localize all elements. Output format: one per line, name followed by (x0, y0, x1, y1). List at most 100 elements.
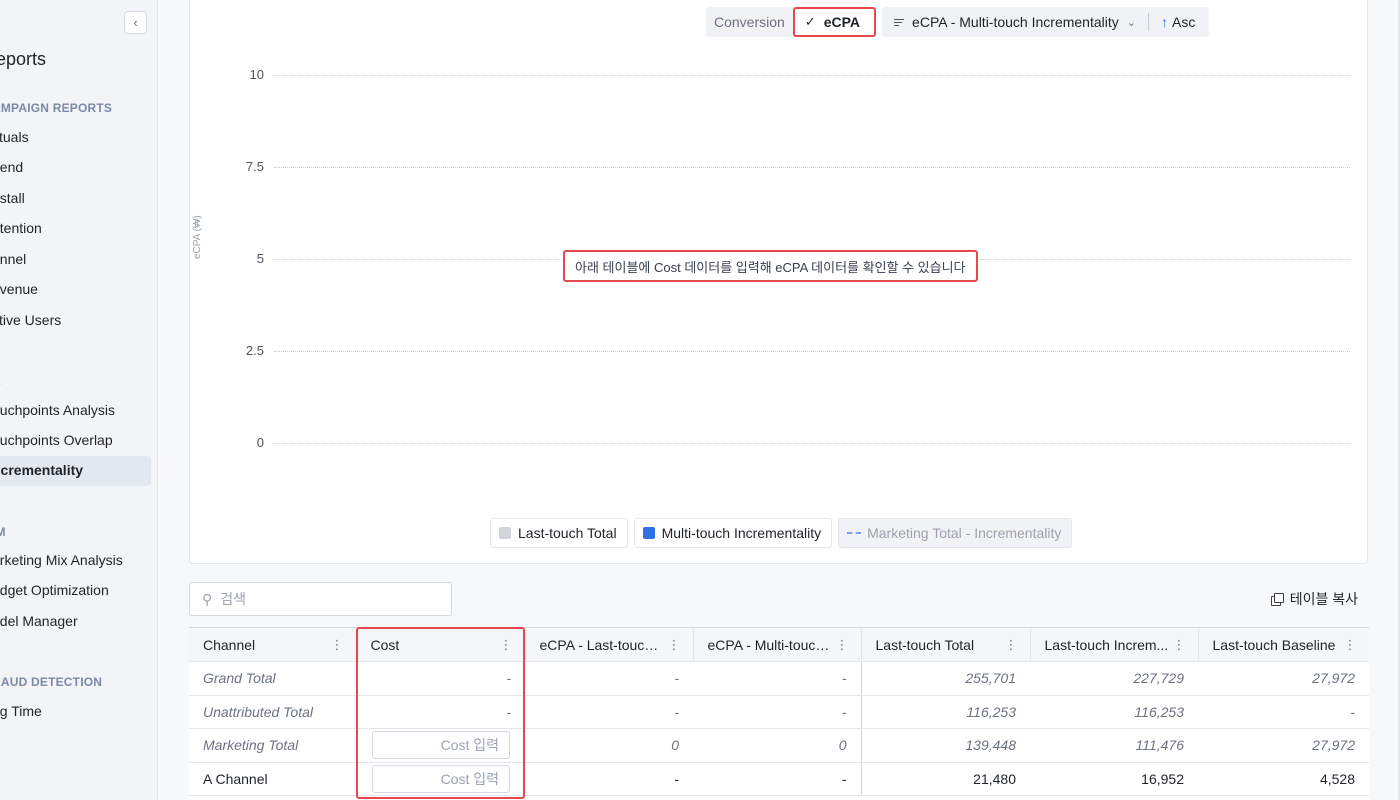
sidebar-item-funnel[interactable]: unnel (0, 251, 26, 267)
column-menu-icon[interactable]: ⋮ (836, 637, 849, 653)
legend-swatch (642, 527, 655, 539)
cell-ecpa-last-touch: - (525, 695, 693, 729)
collapse-sidebar-button[interactable]: ‹ (124, 11, 147, 34)
sidebar-item-touchpoints-overlap[interactable]: ouchpoints Overlap (0, 432, 113, 448)
column-header-last-touch-incrementality[interactable]: Last-touch Increm... ⋮ (1030, 628, 1199, 662)
column-header-last-touch-baseline[interactable]: Last-touch Baseline ⋮ (1198, 628, 1369, 662)
sidebar-item-revenue[interactable]: evenue (0, 281, 38, 297)
cell-ecpa-multi-touch: 0 (693, 728, 861, 763)
sidebar-item-active-users[interactable]: ctive Users (0, 312, 61, 328)
column-menu-icon[interactable]: ⋮ (1173, 637, 1186, 653)
legend-label: Marketing Total - Incrementality (867, 525, 1062, 541)
cell-last-touch-total: 116,253 (860, 695, 1030, 729)
cell-ecpa-last-touch: - (525, 762, 693, 796)
copy-table-button[interactable]: 테이블 복사 (1270, 589, 1358, 609)
cell-ecpa-multi-touch: - (693, 661, 861, 696)
legend-last-touch-total[interactable]: Last-touch Total (490, 518, 628, 548)
cell-last-touch-baseline: 4,528 (1198, 762, 1369, 796)
cell-last-touch-incrementality: 16,952 (1030, 762, 1198, 796)
gridline (274, 75, 1350, 76)
cell-ecpa-last-touch: 0 (525, 728, 693, 763)
cell-channel: Marketing Total (189, 728, 356, 763)
gridline (274, 351, 1350, 352)
legend-dash-swatch (847, 532, 862, 534)
column-menu-icon[interactable]: ⋮ (331, 637, 344, 653)
cell-last-touch-baseline: 27,972 (1198, 728, 1369, 763)
cell-channel: Grand Total (189, 661, 356, 696)
column-header-ecpa-multi-touch[interactable]: eCPA - Multi-touch... ⋮ (693, 628, 862, 662)
cost-input[interactable] (372, 764, 510, 793)
cell-cost (356, 762, 525, 796)
sidebar-item-timing[interactable]: ng Time (0, 703, 42, 719)
sidebar-section-mmm: IM (0, 525, 6, 539)
chart-legend: Last-touch Total Multi-touch Incremental… (490, 518, 1073, 548)
column-header-last-touch-total[interactable]: Last-touch Total ⋮ (860, 628, 1031, 662)
sidebar-item-touchpoints-analysis[interactable]: ouchpoints Analysis (0, 402, 115, 418)
column-label: eCPA - Multi-touch... (707, 637, 834, 654)
sidebar-item-install[interactable]: nstall (0, 190, 25, 206)
column-label: Last-touch Baseline (1212, 637, 1336, 654)
cost-input[interactable] (372, 731, 510, 760)
sidebar-title: eports (0, 49, 47, 69)
gridline (274, 443, 1350, 444)
gridline (274, 167, 1350, 168)
cell-last-touch-baseline: 27,972 (1198, 661, 1369, 696)
sidebar-section-fraud-detection: RAUD DETECTION (0, 675, 103, 689)
cell-last-touch-total: 21,480 (860, 762, 1030, 796)
y-axis-label: eCPA (₩) (192, 215, 203, 259)
search-box[interactable]: ⚲ (189, 582, 452, 616)
chart-card: Conversion ✓ eCPA eCPA - Multi-touch Inc… (189, 0, 1368, 564)
table-row-marketing-total: Marketing Total 0 0 139,448 111,476 27,9… (189, 728, 1369, 763)
cell-last-touch-baseline: - (1198, 695, 1369, 729)
y-tick-label: 10 (249, 67, 264, 82)
cell-ecpa-multi-touch: - (693, 695, 861, 729)
legend-label: Last-touch Total (518, 525, 617, 541)
column-header-cost[interactable]: Cost ⋮ (356, 628, 526, 662)
column-header-ecpa-last-touch[interactable]: eCPA - Last-touch ... ⋮ (525, 628, 694, 662)
cell-last-touch-total: 139,448 (860, 728, 1030, 763)
legend-label: Multi-touch Incrementality (661, 525, 822, 541)
sidebar-item-budget-optimization[interactable]: udget Optimization (0, 582, 109, 598)
column-menu-icon[interactable]: ⋮ (500, 637, 513, 653)
legend-multi-touch-incrementality[interactable]: Multi-touch Incrementality (633, 518, 833, 548)
search-icon: ⚲ (202, 590, 213, 607)
search-input[interactable] (220, 591, 421, 607)
legend-marketing-total-incrementality[interactable]: Marketing Total - Incrementality (838, 518, 1073, 548)
cell-last-touch-incrementality: 227,729 (1030, 661, 1198, 696)
copy-icon (1270, 592, 1284, 606)
y-tick-label: 7.5 (245, 159, 264, 174)
sidebar: ‹ eports AMPAIGN REPORTS ctuals pend nst… (0, 0, 158, 800)
cell-last-touch-incrementality: 116,253 (1030, 695, 1198, 729)
cell-last-touch-incrementality: 111,476 (1030, 728, 1198, 763)
sidebar-section-campaign-reports: AMPAIGN REPORTS (0, 101, 113, 115)
sidebar-item-marketing-mix-analysis[interactable]: arketing Mix Analysis (0, 552, 123, 568)
cell-channel: Unattributed Total (189, 695, 356, 729)
sidebar-item-incrementality[interactable]: ncrementality (0, 462, 83, 478)
column-label: Last-touch Total (875, 637, 975, 654)
y-tick-label: 0 (256, 435, 264, 450)
legend-swatch (499, 527, 511, 539)
table-row-unattributed-total: Unattributed Total - - - 116,253 116,253… (189, 695, 1369, 729)
column-menu-icon[interactable]: ⋮ (668, 637, 681, 653)
sidebar-item-spend[interactable]: pend (0, 159, 23, 175)
sidebar-item-retention[interactable]: etention (0, 220, 42, 236)
copy-table-label: 테이블 복사 (1289, 591, 1358, 607)
cell-channel: A Channel (189, 762, 356, 796)
cell-ecpa-multi-touch: - (693, 762, 861, 796)
column-header-channel[interactable]: Channel ⋮ (189, 628, 357, 662)
column-label: Last-touch Increm... (1044, 637, 1169, 654)
table-header-row: Channel ⋮ Cost ⋮ eCPA - Last-touch ... ⋮ eC… (189, 628, 1369, 662)
y-tick-label: 2.5 (245, 343, 264, 358)
column-label: Cost (370, 637, 400, 654)
cell-cost: - (356, 661, 525, 696)
table-row-a-channel: A Channel - - 21,480 16,952 4,528 (189, 762, 1369, 796)
cell-cost (356, 728, 525, 763)
cell-last-touch-total: 255,701 (860, 661, 1030, 696)
sidebar-item-actuals[interactable]: ctuals (0, 129, 29, 145)
cell-ecpa-last-touch: - (525, 661, 693, 696)
column-menu-icon[interactable]: ⋮ (1005, 637, 1018, 653)
sidebar-item-model-manager[interactable]: odel Manager (0, 613, 78, 629)
column-menu-icon[interactable]: ⋮ (1344, 637, 1357, 653)
table-row-grand-total: Grand Total - - - 255,701 227,729 27,972 (189, 661, 1369, 696)
column-label: Channel (203, 637, 256, 654)
